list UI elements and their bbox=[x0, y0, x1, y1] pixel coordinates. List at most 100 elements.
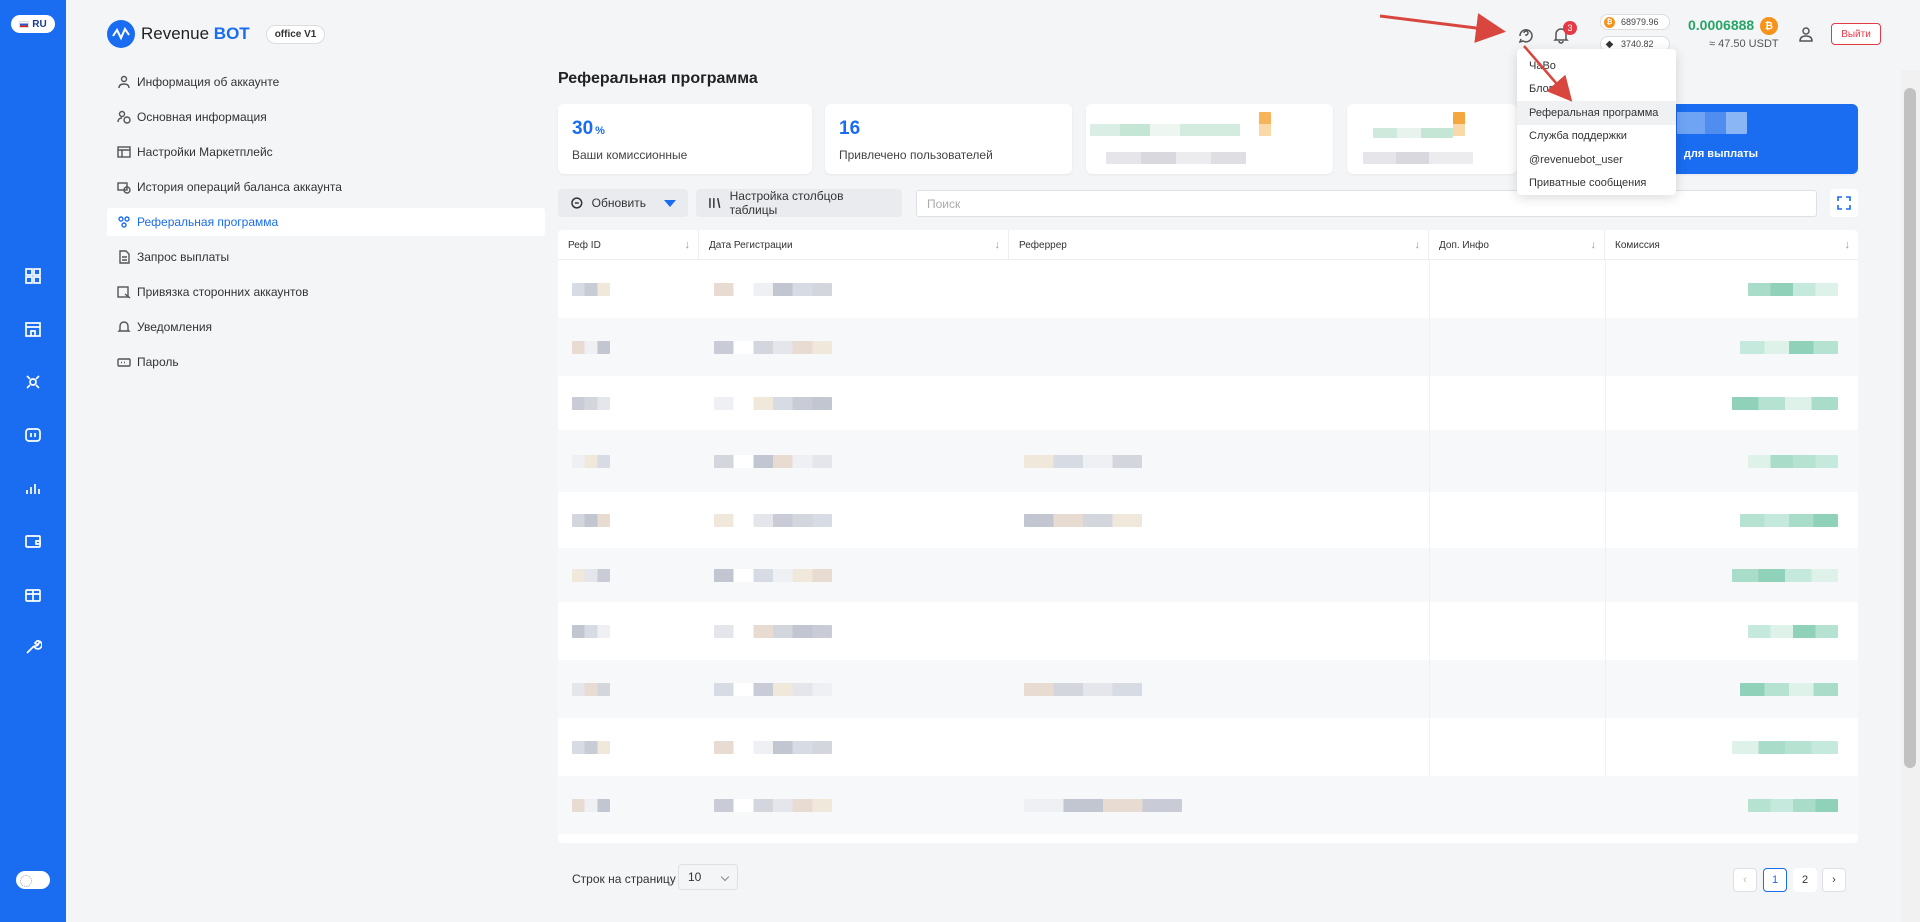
btc-wallet-icon[interactable]: ₿ bbox=[1760, 17, 1778, 35]
document-icon bbox=[117, 250, 131, 264]
menu-item-private-messages[interactable]: Приватные сообщения bbox=[1517, 172, 1676, 196]
column-referrer[interactable]: Реферрер ↓ bbox=[1009, 230, 1429, 260]
blurred-commission bbox=[1748, 625, 1838, 638]
rows-per-page-label: Строк на страницу bbox=[572, 872, 676, 886]
stats-icon[interactable] bbox=[22, 477, 44, 499]
column-label: Дата Регистрации bbox=[709, 239, 793, 251]
gift-icon[interactable] bbox=[22, 583, 44, 605]
fullscreen-button[interactable] bbox=[1830, 189, 1858, 217]
page-title: Реферальная программа bbox=[558, 70, 758, 87]
blurred-referrer bbox=[1024, 799, 1182, 812]
column-extra-info[interactable]: Доп. Инфо ↓ bbox=[1429, 230, 1605, 260]
side-item-payout-request[interactable]: Запрос выплаты bbox=[107, 243, 545, 271]
side-item-password[interactable]: Пароль bbox=[107, 348, 545, 376]
office-version-badge[interactable]: office V1 bbox=[265, 24, 326, 44]
table-row[interactable] bbox=[558, 376, 1858, 430]
table-row[interactable] bbox=[558, 430, 1858, 492]
user-icon bbox=[117, 75, 131, 89]
sort-arrow-icon[interactable]: ↓ bbox=[1415, 239, 1421, 251]
commission-card: 30% Ваши комиссионные bbox=[558, 104, 812, 174]
columns-icon bbox=[709, 197, 721, 209]
column-label: Комиссия bbox=[1615, 239, 1660, 251]
blurred-commission bbox=[1740, 341, 1838, 354]
table-row[interactable] bbox=[558, 318, 1858, 376]
logout-button[interactable]: Выйти bbox=[1831, 23, 1881, 45]
wrench-icon[interactable] bbox=[22, 636, 44, 658]
side-item-account-info[interactable]: Информация об аккаунте bbox=[107, 68, 545, 96]
chevron-down-icon[interactable] bbox=[664, 199, 676, 207]
wallet-icon[interactable] bbox=[22, 530, 44, 552]
account-balance: 0.0006888 bbox=[1688, 17, 1755, 33]
column-label: Реферрер bbox=[1019, 239, 1067, 251]
theme-toggle[interactable] bbox=[16, 871, 50, 889]
scrollbar-thumb[interactable] bbox=[1904, 88, 1916, 768]
brand-name: Revenue BOT bbox=[141, 24, 250, 43]
column-registration-date[interactable]: Дата Регистрации ↓ bbox=[699, 230, 1009, 260]
menu-item-username[interactable]: @revenuebot_user bbox=[1517, 148, 1676, 172]
table-row[interactable] bbox=[558, 548, 1858, 602]
user-profile-icon[interactable] bbox=[1796, 24, 1816, 44]
blurred-referrer bbox=[1024, 514, 1142, 527]
expand-icon bbox=[1837, 196, 1851, 210]
column-ref-id[interactable]: Реф ID ↓ bbox=[558, 230, 699, 260]
store-icon[interactable] bbox=[22, 318, 44, 340]
notification-count-badge: 3 bbox=[1563, 21, 1577, 35]
blurred-commission bbox=[1748, 283, 1838, 296]
search-input[interactable] bbox=[916, 190, 1817, 217]
blurred-ref-id bbox=[572, 741, 610, 754]
table-row[interactable] bbox=[558, 602, 1858, 660]
sort-arrow-icon[interactable]: ↓ bbox=[995, 239, 1001, 251]
table-row[interactable] bbox=[558, 660, 1858, 718]
refresh-button[interactable]: Обновить bbox=[558, 189, 688, 217]
sort-arrow-icon[interactable]: ↓ bbox=[1591, 239, 1597, 251]
side-item-link-accounts[interactable]: Привязка сторонних аккаунтов bbox=[107, 278, 545, 306]
side-item-label: Реферальная программа bbox=[137, 215, 279, 229]
table-row[interactable] bbox=[558, 718, 1858, 776]
bots-icon[interactable] bbox=[22, 371, 44, 393]
page-1-button[interactable]: 1 bbox=[1763, 868, 1787, 892]
menu-item-support[interactable]: Служба поддержки bbox=[1517, 125, 1676, 149]
blurred-commission bbox=[1732, 741, 1838, 754]
blurred-registration-date bbox=[714, 569, 832, 582]
dashboard-icon[interactable] bbox=[22, 265, 44, 287]
table-row[interactable] bbox=[558, 492, 1858, 548]
terminal-icon[interactable] bbox=[22, 424, 44, 446]
sort-arrow-icon[interactable]: ↓ bbox=[1845, 239, 1851, 251]
left-rail: RU bbox=[0, 0, 66, 922]
refresh-label: Обновить bbox=[591, 196, 646, 210]
side-item-main-info[interactable]: Основная информация bbox=[107, 103, 545, 131]
notifications-bell-icon[interactable]: 3 bbox=[1551, 21, 1577, 45]
table-row[interactable] bbox=[558, 260, 1858, 318]
columns-settings-button[interactable]: Настройка столбцов таблицы bbox=[696, 189, 902, 217]
ethereum-icon: ◆ bbox=[1604, 38, 1615, 50]
side-item-label: Настройки Маркетплейс bbox=[137, 145, 273, 159]
table-header: Реф ID ↓ Дата Регистрации ↓ Реферрер ↓ Доп.… bbox=[558, 230, 1858, 260]
page-2-button[interactable]: 2 bbox=[1793, 868, 1817, 892]
commission-value: 30% bbox=[572, 118, 605, 139]
rows-per-page-select[interactable]: 10 bbox=[678, 864, 738, 890]
sort-arrow-icon[interactable]: ↓ bbox=[685, 239, 691, 251]
arrow-to-help-icon bbox=[1379, 13, 1506, 43]
menu-item-referral-program[interactable]: Реферальная программа bbox=[1517, 101, 1676, 125]
brand-logo[interactable]: Revenue BOT office V1 bbox=[107, 20, 326, 48]
table-row[interactable] bbox=[558, 776, 1858, 834]
side-item-referral-program[interactable]: Реферальная программа bbox=[107, 208, 545, 236]
side-item-marketplace-settings[interactable]: Настройки Маркетплейс bbox=[107, 138, 545, 166]
side-item-balance-history[interactable]: История операций баланса аккаунта bbox=[107, 173, 545, 201]
referred-users-card: 16 Привлечено пользователей bbox=[825, 104, 1072, 174]
history-icon bbox=[117, 180, 131, 194]
language-switch[interactable]: RU bbox=[11, 15, 55, 33]
column-commission[interactable]: Комиссия ↓ bbox=[1605, 230, 1858, 260]
prev-page-button[interactable]: ‹ bbox=[1733, 868, 1757, 892]
blurred-ref-id bbox=[572, 341, 610, 354]
commission-label: Ваши комиссионные bbox=[572, 148, 688, 162]
language-label: RU bbox=[32, 18, 47, 30]
account-side-menu: Информация об аккаунте Основная информац… bbox=[107, 68, 545, 383]
help-icon[interactable] bbox=[1516, 25, 1536, 45]
balance-usdt: ≈ 47.50 USDT bbox=[1709, 38, 1779, 50]
side-item-notifications[interactable]: Уведомления bbox=[107, 313, 545, 341]
menu-item-blog[interactable]: Блог bbox=[1517, 78, 1676, 102]
referred-users-label: Привлечено пользователей bbox=[839, 148, 993, 162]
menu-item-faq[interactable]: ЧаВо bbox=[1517, 54, 1676, 78]
next-page-button[interactable]: › bbox=[1822, 868, 1846, 892]
